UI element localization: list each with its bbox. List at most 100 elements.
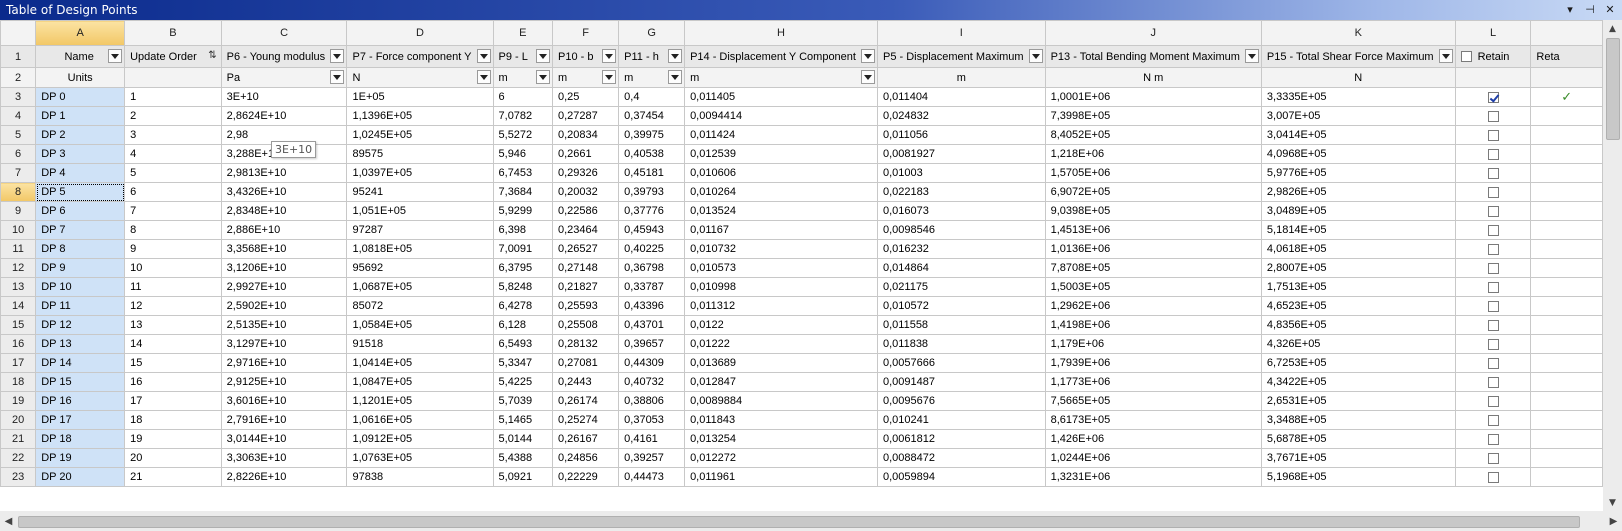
corner-cell[interactable] xyxy=(0,20,37,46)
row-number[interactable]: 21 xyxy=(0,429,37,449)
table-cell[interactable]: 0,38806 xyxy=(618,391,686,411)
table-cell[interactable]: 0,01167 xyxy=(684,220,878,240)
table-cell[interactable]: 6 xyxy=(492,87,553,107)
table-cell[interactable]: 0,011312 xyxy=(684,296,878,316)
table-cell[interactable]: 0,0057666 xyxy=(876,353,1046,373)
table-cell[interactable]: 2,6531E+05 xyxy=(1260,391,1456,411)
table-cell[interactable]: 5,0144 xyxy=(492,429,553,449)
table-cell[interactable]: 1,7939E+06 xyxy=(1044,353,1262,373)
column-filter-dropdown-icon[interactable] xyxy=(860,49,875,63)
table-cell[interactable]: 1,0397E+05 xyxy=(346,163,494,183)
table-cell[interactable]: 9 xyxy=(124,239,222,259)
table-cell[interactable]: 1,4513E+06 xyxy=(1044,220,1262,240)
table-cell[interactable]: 7,0782 xyxy=(492,106,553,126)
column-header[interactable]: P6 - Young modulus xyxy=(220,45,348,68)
table-cell[interactable]: 1,1396E+05 xyxy=(346,106,494,126)
row-number[interactable]: 3 xyxy=(0,87,37,107)
table-cell[interactable]: 1,0414E+05 xyxy=(346,353,494,373)
design-point-name[interactable]: DP 5 xyxy=(35,182,126,202)
retain-checkbox[interactable] xyxy=(1487,186,1499,198)
row-number[interactable]: 19 xyxy=(0,391,37,411)
column-header[interactable]: P11 - h xyxy=(618,45,686,68)
table-cell[interactable]: 0,010572 xyxy=(876,296,1046,316)
vertical-scroll-thumb[interactable] xyxy=(1606,38,1620,140)
table-cell[interactable]: 0,0094414 xyxy=(684,106,878,126)
table-cell[interactable]: 4,3422E+05 xyxy=(1260,372,1456,392)
pin-menu-icon[interactable]: ▾ xyxy=(1564,2,1576,16)
table-cell[interactable]: 0,45943 xyxy=(618,220,686,240)
table-cell[interactable]: 0,0122 xyxy=(684,315,878,335)
table-cell[interactable]: 1,0001E+06 xyxy=(1044,87,1262,107)
retain-checkbox[interactable] xyxy=(1487,452,1499,464)
retain-checkbox[interactable] xyxy=(1487,243,1499,255)
sort-order-icon[interactable]: ⇅ xyxy=(208,50,216,61)
table-cell[interactable]: 2,8226E+10 xyxy=(220,467,348,487)
column-filter-dropdown-icon[interactable] xyxy=(668,49,683,63)
table-cell[interactable]: 0,0061812 xyxy=(876,429,1046,449)
table-cell[interactable]: 0,014864 xyxy=(876,258,1046,278)
table-cell[interactable]: 0,01003 xyxy=(876,163,1046,183)
table-cell[interactable]: 16 xyxy=(124,372,222,392)
table-cell[interactable]: 0,40225 xyxy=(618,239,686,259)
horizontal-scrollbar[interactable]: ◀ ▶ xyxy=(0,511,1622,531)
column-filter-dropdown-icon[interactable] xyxy=(1244,49,1259,63)
design-point-name[interactable]: DP 13 xyxy=(35,334,126,354)
row-number[interactable]: 17 xyxy=(0,353,37,373)
retain-checkbox[interactable] xyxy=(1487,414,1499,426)
table-cell[interactable]: 0,43396 xyxy=(618,296,686,316)
table-cell[interactable]: 0,27287 xyxy=(551,106,620,126)
table-cell[interactable]: 5,3347 xyxy=(492,353,553,373)
table-cell[interactable]: 3,007E+05 xyxy=(1260,106,1456,126)
table-cell[interactable]: 14 xyxy=(124,334,222,354)
table-cell[interactable]: 0,40732 xyxy=(618,372,686,392)
scroll-right-icon[interactable]: ▶ xyxy=(1605,511,1622,531)
table-cell[interactable]: 1,0912E+05 xyxy=(346,429,494,449)
table-cell[interactable]: 3,3063E+10 xyxy=(220,448,348,468)
design-point-name[interactable]: DP 1 xyxy=(35,106,126,126)
table-cell[interactable]: 0,010264 xyxy=(684,182,878,202)
row-number[interactable]: 2 xyxy=(0,67,37,88)
table-cell[interactable]: 5,0921 xyxy=(492,467,553,487)
table-cell[interactable]: 0,24856 xyxy=(551,448,620,468)
retain-checkbox[interactable] xyxy=(1487,281,1499,293)
retain-checkbox[interactable] xyxy=(1487,300,1499,312)
table-cell[interactable]: 1E+05 xyxy=(346,87,494,107)
table-cell[interactable]: 19 xyxy=(124,429,222,449)
column-filter-dropdown-icon[interactable] xyxy=(602,49,617,63)
unit-dropdown-icon[interactable] xyxy=(860,70,875,84)
table-cell[interactable]: 3,0414E+05 xyxy=(1260,125,1456,145)
table-cell[interactable]: 0,43701 xyxy=(618,315,686,335)
table-cell[interactable]: 3,1206E+10 xyxy=(220,258,348,278)
unit-select[interactable]: m xyxy=(618,67,686,88)
table-cell[interactable]: 7,3998E+05 xyxy=(1044,106,1262,126)
design-point-name[interactable]: DP 6 xyxy=(35,201,126,221)
table-cell[interactable]: 6,398 xyxy=(492,220,553,240)
table-cell[interactable]: 0,44309 xyxy=(618,353,686,373)
unit-select[interactable]: Pa xyxy=(220,67,348,88)
table-cell[interactable]: 1,051E+05 xyxy=(346,201,494,221)
table-cell[interactable]: 3,1297E+10 xyxy=(220,334,348,354)
table-cell[interactable]: 5,1465 xyxy=(492,410,553,430)
table-cell[interactable]: 13 xyxy=(124,315,222,335)
table-cell[interactable]: 3,0144E+10 xyxy=(220,429,348,449)
table-cell[interactable]: 0,27148 xyxy=(551,258,620,278)
design-point-name[interactable]: DP 20 xyxy=(35,467,126,487)
table-cell[interactable]: 0,011558 xyxy=(876,315,1046,335)
design-point-name[interactable]: DP 19 xyxy=(35,448,126,468)
row-number[interactable]: 20 xyxy=(0,410,37,430)
table-cell[interactable]: 0,0088472 xyxy=(876,448,1046,468)
design-point-name[interactable]: DP 11 xyxy=(35,296,126,316)
column-header[interactable]: P14 - Displacement Y Component xyxy=(684,45,878,68)
column-letter-header[interactable]: L xyxy=(1454,20,1532,46)
table-cell[interactable]: 2,8348E+10 xyxy=(220,201,348,221)
table-cell[interactable]: 0,37053 xyxy=(618,410,686,430)
table-cell[interactable]: 7,3684 xyxy=(492,182,553,202)
table-cell[interactable]: 5,1814E+05 xyxy=(1260,220,1456,240)
table-cell[interactable]: 2,5135E+10 xyxy=(220,315,348,335)
row-number[interactable]: 10 xyxy=(0,220,37,240)
dock-icon[interactable]: ⊣ xyxy=(1584,2,1596,16)
table-cell[interactable]: 5,946 xyxy=(492,144,553,164)
design-point-name[interactable]: DP 18 xyxy=(35,429,126,449)
column-letter-header[interactable]: B xyxy=(124,20,222,46)
unit-dropdown-icon[interactable] xyxy=(668,70,683,84)
